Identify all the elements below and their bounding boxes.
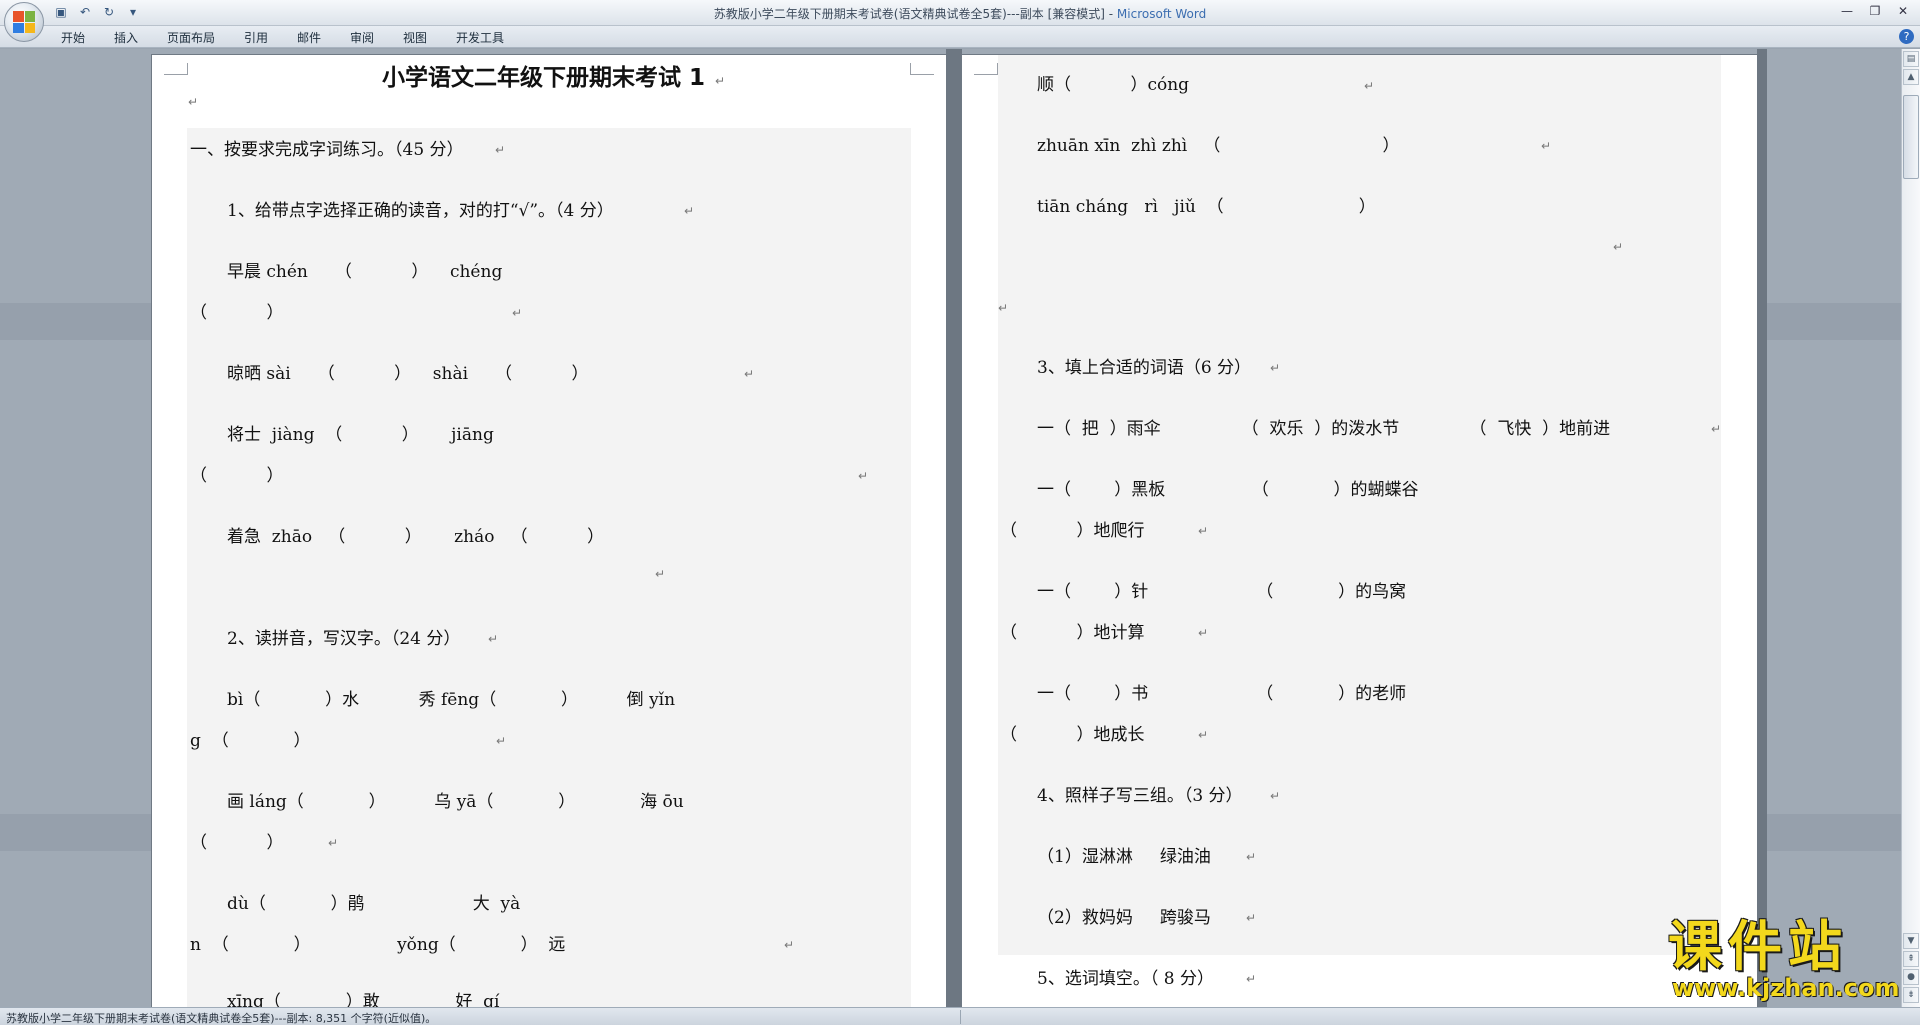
paragraph-mark: ↵ [784, 938, 795, 952]
paragraph-mark: ↵ [1246, 911, 1257, 925]
watermark-logo: 课件站 www.kjzhan.com [1668, 918, 1908, 1004]
exercise-line: 早晨 chén （ ） chéng [227, 262, 503, 282]
office-logo-icon [13, 11, 35, 33]
paragraph-mark: ↵ [1270, 361, 1281, 375]
paragraph-mark: ↵ [1270, 789, 1281, 803]
paragraph-mark: ↵ [496, 734, 507, 748]
status-bar: 苏教版小学二年级下册期末考试卷(语文精典试卷全5套)---副本: 8,351 个… [0, 1007, 1920, 1025]
paragraph-mark: ↵ [1364, 79, 1375, 93]
minimize-icon[interactable]: — [1834, 2, 1860, 20]
paragraph-mark: ↵ [655, 567, 666, 581]
scroll-up-icon[interactable]: ▲ [1903, 69, 1919, 85]
document-workspace: 小学语文二年级下册期末考试 1 ↵ ↵ 一、按要求完成字词练习。（45 分） ↵… [0, 49, 1901, 1007]
maximize-icon[interactable]: ❐ [1862, 2, 1888, 20]
paragraph-mark: ↵ [744, 367, 755, 381]
tab-page-layout[interactable]: 页面布局 [167, 29, 215, 46]
paragraph-mark: ↵ [328, 836, 339, 850]
document-page-right[interactable]: 顺（ ）cóng ↵ zhuān xīn zhì zhì （ ） ↵ tiān … [962, 55, 1757, 1007]
paragraph-mark: ↵ [488, 632, 499, 646]
exercise-line: tiān cháng rì jiǔ （ ） [1037, 197, 1376, 217]
page-gap [946, 49, 962, 1007]
paragraph-mark: ↵ [1246, 972, 1257, 986]
crop-mark [910, 63, 934, 75]
page-gap [1757, 49, 1767, 1007]
exercise-line: （ ）地成长 [1000, 725, 1145, 745]
help-icon[interactable]: ? [1899, 29, 1914, 44]
exercise-line: dù（ ）鹃 大 yà [227, 894, 521, 914]
exercise-line: 一（ 把 ）雨伞 （ 欢乐 ）的泼水节 （ 飞快 ）地前进 [1037, 419, 1611, 439]
crop-mark [974, 63, 998, 75]
document-title-heading: 小学语文二年级下册期末考试 1 [382, 65, 706, 91]
exercise-line: g （ ） [190, 731, 311, 751]
tab-view[interactable]: 视图 [403, 29, 427, 46]
exercise-line: zhuān xīn zhì zhì （ ） [1037, 136, 1400, 156]
paragraph-mark: ↵ [1246, 850, 1257, 864]
ruler-toggle-icon[interactable]: ▤ [1903, 51, 1919, 67]
exercise-line: n （ ） yǒng（ ） 远 [190, 935, 566, 955]
paragraph-mark: ↵ [495, 143, 506, 157]
document-title: 苏教版小学二年级下册期末考试卷(语文精典试卷全5套)---副本 [兼容模式] - [713, 7, 1117, 21]
paragraph-mark: ↵ [684, 204, 695, 218]
tab-developer[interactable]: 开发工具 [456, 29, 504, 46]
question-heading: 1、给带点字选择正确的读音，对的打“√”。（4 分） [227, 201, 614, 221]
question-heading: 3、填上合适的词语（6 分） [1037, 358, 1252, 378]
document-page-left[interactable]: 小学语文二年级下册期末考试 1 ↵ ↵ 一、按要求完成字词练习。（45 分） ↵… [152, 55, 946, 1007]
tab-insert[interactable]: 插入 [114, 29, 138, 46]
exercise-line: 一（ ）针 （ ）的鸟窝 [1037, 582, 1407, 602]
exercise-line: 将士 jiàng （ ） jiāng [227, 425, 494, 445]
paragraph-mark: ↵ [1613, 240, 1624, 254]
tab-references[interactable]: 引用 [244, 29, 268, 46]
office-button[interactable] [4, 2, 44, 42]
paragraph-mark: ↵ [512, 306, 523, 320]
question-heading: 2、读拼音，写汉字。（24 分） [227, 629, 461, 649]
crop-mark [164, 63, 188, 75]
exercise-line: 一（ ）书 （ ）的老师 [1037, 684, 1407, 704]
watermark-url: www.kjzhan.com [1672, 974, 1900, 1002]
exercise-line: （2）救妈妈 跨骏马 [1037, 908, 1211, 928]
exercise-line: （1）湿淋淋 绿油油 [1037, 847, 1211, 867]
tab-review[interactable]: 审阅 [350, 29, 374, 46]
scrollbar-thumb[interactable] [1903, 95, 1919, 179]
tab-mailings[interactable]: 邮件 [297, 29, 321, 46]
exercise-line: 画 láng（ ） 乌 yā（ ） 海 ōu [227, 792, 684, 812]
tab-home[interactable]: 开始 [61, 29, 85, 46]
exercise-line: 晾晒 sài （ ） shài （ ） [227, 364, 589, 384]
text-region-shading [187, 128, 911, 1007]
paragraph-mark: ↵ [1198, 524, 1209, 538]
paragraph-mark: ↵ [1198, 728, 1209, 742]
paragraph-mark: ↵ [998, 301, 1009, 315]
exercise-line: xīng（ ）敢 好 qí [227, 992, 500, 1007]
exercise-line: 顺（ ）cóng [1037, 75, 1190, 95]
paragraph-mark: ↵ [858, 469, 869, 483]
paragraph-mark: ↵ [1198, 626, 1209, 640]
status-divider [960, 1010, 961, 1024]
question-heading: 5、选词填空。（ 8 分） [1037, 969, 1214, 989]
title-bar: ▣ ↶ ↻ ▾ 苏教版小学二年级下册期末考试卷(语文精典试卷全5套)---副本 … [0, 0, 1920, 26]
paragraph-mark: ↵ [188, 95, 199, 109]
question-heading: 4、照样子写三组。（3 分） [1037, 786, 1243, 806]
vertical-scrollbar[interactable]: ▤ ▲ ▼ ⇞ ● ⇟ [1901, 49, 1920, 1007]
exercise-line: 着急 zhāo （ ） zháo （ ） [227, 527, 605, 547]
status-text: 苏教版小学二年级下册期末考试卷(语文精典试卷全5套)---副本: 8,351 个… [6, 1012, 437, 1025]
exercise-line: （ ）地爬行 [1000, 521, 1145, 541]
window-title: 苏教版小学二年级下册期末考试卷(语文精典试卷全5套)---副本 [兼容模式] -… [0, 5, 1920, 22]
section-heading: 一、按要求完成字词练习。（45 分） [190, 140, 464, 160]
exercise-line: 一（ ）黑板 （ ）的蝴蝶谷 [1037, 480, 1419, 500]
application-name: Microsoft Word [1116, 7, 1207, 21]
exercise-line: （ ） [190, 466, 284, 486]
exercise-line: （ ）地计算 [1000, 623, 1145, 643]
ribbon-tabs: 开始 插入 页面布局 引用 邮件 审阅 视图 开发工具 ? [0, 26, 1920, 48]
exercise-line: bì（ ）水 秀 fēng（ ） 倒 yǐn [227, 690, 676, 710]
close-icon[interactable]: ✕ [1890, 2, 1916, 20]
window-controls: — ❐ ✕ [1834, 2, 1916, 20]
paragraph-mark: ↵ [1711, 422, 1722, 436]
exercise-line: （ ） [190, 303, 284, 323]
text-region-shading [998, 55, 1721, 955]
paragraph-mark: ↵ [715, 74, 726, 88]
exercise-line: （ ） [190, 833, 284, 853]
watermark-brand: 课件站 [1668, 915, 1848, 978]
paragraph-mark: ↵ [1541, 139, 1552, 153]
